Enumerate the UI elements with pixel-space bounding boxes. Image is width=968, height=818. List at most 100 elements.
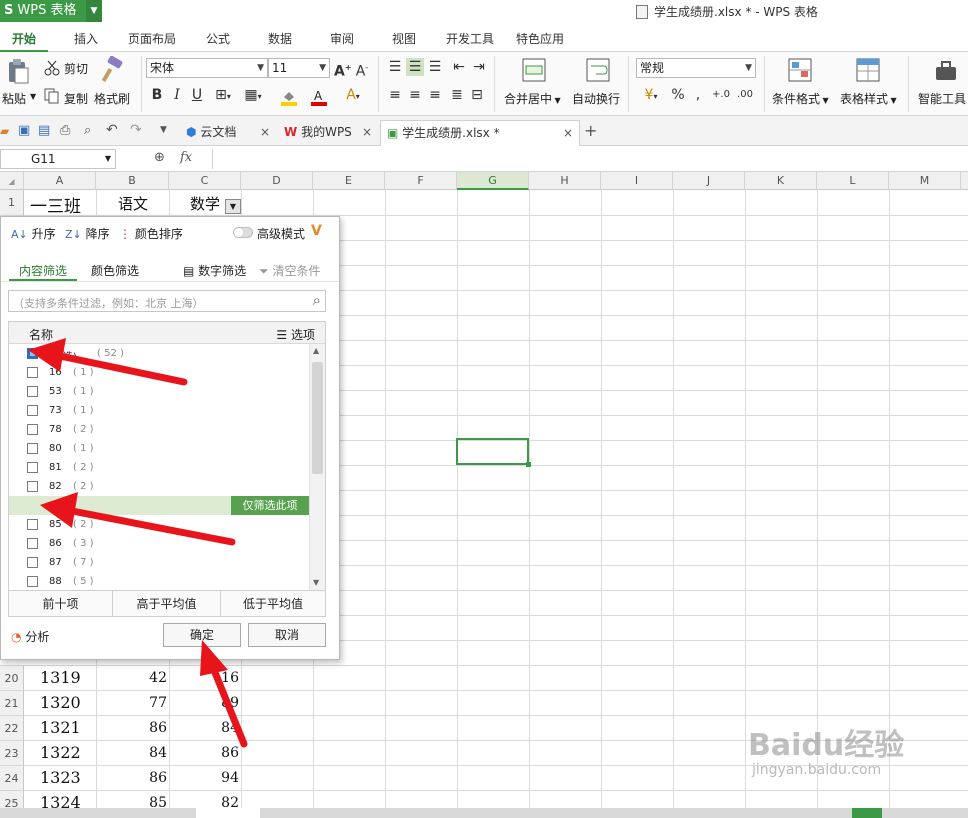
row-header[interactable]: 24: [0, 766, 24, 791]
doc-tab-gradebook[interactable]: ▣ 学生成绩册.xlsx * ×: [380, 120, 580, 146]
bold-icon[interactable]: B: [150, 86, 164, 104]
print-icon[interactable]: ⎙: [60, 123, 70, 138]
cell-c1[interactable]: 数学: [190, 193, 220, 214]
advanced-mode-toggle[interactable]: [233, 227, 253, 238]
decrease-decimal-icon[interactable]: .00: [734, 86, 756, 104]
increase-decimal-icon[interactable]: +.0: [710, 86, 732, 104]
list-item[interactable]: 73 ( 1 ): [9, 401, 309, 420]
undo-icon[interactable]: ↶: [106, 122, 118, 138]
name-box[interactable]: G11 ▼: [0, 149, 116, 169]
column-header[interactable]: H: [529, 172, 601, 190]
fill-handle[interactable]: [526, 462, 531, 467]
increase-font-icon[interactable]: A+: [334, 59, 352, 81]
decrease-font-icon[interactable]: A-: [354, 59, 370, 81]
row-header[interactable]: 23: [0, 741, 24, 766]
list-item-checkbox[interactable]: [27, 443, 38, 454]
row-header[interactable]: 21: [0, 691, 24, 716]
select-all-checkbox[interactable]: [27, 348, 38, 359]
tab-formulas[interactable]: 公式: [196, 26, 240, 52]
indent-increase-icon[interactable]: ⇥: [470, 58, 488, 76]
scroll-down-icon[interactable]: ▼: [313, 578, 319, 587]
conditional-format-button[interactable]: 条件格式 ▼: [772, 90, 829, 107]
app-menu-button[interactable]: S WPS 表格 ▼: [0, 0, 102, 22]
cell-a1[interactable]: 一三班: [30, 192, 81, 217]
italic-icon[interactable]: I: [170, 86, 184, 104]
scroll-up-icon[interactable]: ▲: [313, 346, 319, 355]
list-item-checkbox[interactable]: [27, 405, 38, 416]
tab-page-layout[interactable]: 页面布局: [122, 26, 182, 52]
top-ten-button[interactable]: 前十项: [9, 591, 113, 617]
table-cell[interactable]: 1321: [40, 718, 81, 737]
list-item[interactable]: 87 ( 7 ): [9, 553, 309, 572]
filter-search-input[interactable]: （支持多条件过滤，例如：北京 上海） ⌕: [8, 290, 326, 312]
align-center-icon[interactable]: ≡: [406, 86, 424, 104]
list-item[interactable]: 86 ( 3 ): [9, 534, 309, 553]
table-cell[interactable]: 16: [169, 670, 239, 686]
active-sheet-tab[interactable]: [196, 808, 260, 818]
column-header[interactable]: G: [457, 172, 529, 190]
new-tab-icon[interactable]: +: [584, 121, 597, 140]
ok-button[interactable]: 确定: [163, 623, 241, 647]
table-cell[interactable]: 1323: [40, 768, 81, 787]
scrollbar[interactable]: ▲ ▼: [309, 344, 325, 590]
align-right-icon[interactable]: ≡: [426, 86, 444, 104]
column-header[interactable]: D: [241, 172, 313, 190]
list-item-checkbox[interactable]: [27, 424, 38, 435]
font-name-select[interactable]: 宋体 ▼: [146, 58, 268, 78]
conditional-format-icon[interactable]: [788, 58, 812, 82]
list-item[interactable]: (全选) ( 52 ): [9, 344, 309, 363]
cut-button[interactable]: 剪切: [64, 60, 88, 77]
list-item-checkbox[interactable]: [27, 386, 38, 397]
table-cell[interactable]: 77: [96, 695, 167, 711]
sort-asc-button[interactable]: A↓ 升序: [11, 225, 56, 242]
table-cell[interactable]: 84: [96, 745, 167, 761]
clear-condition-button[interactable]: ⏷ 清空条件: [259, 262, 320, 279]
column-header[interactable]: L: [817, 172, 889, 190]
only-this-button[interactable]: 仅筛选此项: [231, 496, 309, 515]
selected-cell[interactable]: [456, 438, 529, 465]
chevron-down-icon[interactable]: ▼: [160, 125, 167, 135]
indent-decrease-icon[interactable]: ⇤: [450, 58, 468, 76]
align-left-icon[interactable]: ≡: [386, 86, 404, 104]
sort-desc-button[interactable]: Z↓ 降序: [65, 225, 110, 242]
currency-icon[interactable]: ¥▾: [640, 86, 662, 106]
toolbox-icon[interactable]: [934, 60, 958, 82]
list-item-checkbox[interactable]: [27, 367, 38, 378]
format-painter-icon[interactable]: [100, 55, 124, 84]
format-painter-button[interactable]: 格式刷: [94, 90, 130, 107]
copy-button[interactable]: 复制: [64, 90, 88, 107]
column-header[interactable]: F: [385, 172, 457, 190]
number-format-select[interactable]: 常规 ▼: [636, 58, 756, 78]
list-item-checkbox[interactable]: [27, 481, 38, 492]
tab-content-filter[interactable]: 内容筛选: [19, 262, 67, 279]
list-item[interactable]: 78 ( 2 ): [9, 420, 309, 439]
row-header[interactable]: 1: [0, 190, 24, 216]
row-header[interactable]: 22: [0, 716, 24, 741]
table-cell[interactable]: 84: [169, 720, 239, 736]
column-header[interactable]: K: [745, 172, 817, 190]
list-item[interactable]: 16 ( 1 ): [9, 363, 309, 382]
table-cell[interactable]: 89: [169, 695, 239, 711]
tab-home[interactable]: 开始: [0, 26, 48, 52]
doc-tab-cloud[interactable]: ⬢ 云文档 ×: [180, 120, 276, 144]
cell-b1[interactable]: 语文: [118, 193, 148, 214]
close-icon[interactable]: ×: [260, 120, 270, 144]
close-icon[interactable]: ×: [362, 120, 372, 144]
tab-insert[interactable]: 插入: [64, 26, 108, 52]
table-cell[interactable]: 86: [96, 770, 167, 786]
table-style-button[interactable]: 表格样式 ▼: [840, 90, 897, 107]
chevron-down-icon[interactable]: ▼: [30, 92, 36, 101]
thousands-icon[interactable]: ,: [690, 86, 706, 104]
table-cell[interactable]: 42: [96, 670, 167, 686]
scroll-thumb[interactable]: [312, 362, 323, 474]
smart-tools-button[interactable]: 智能工具: [918, 90, 966, 107]
wrap-text-icon[interactable]: [586, 58, 610, 82]
number-filter-button[interactable]: ▤ 数字筛选: [183, 262, 246, 279]
chevron-down-icon[interactable]: ▼: [86, 0, 102, 22]
list-item-checkbox[interactable]: [27, 538, 38, 549]
list-item-checkbox[interactable]: [27, 462, 38, 473]
table-cell[interactable]: 86: [169, 745, 239, 761]
align-bottom-icon[interactable]: ☰: [426, 58, 444, 76]
cell-fill-icon[interactable]: ▦▾: [242, 86, 264, 106]
select-all-corner[interactable]: ◢: [0, 172, 24, 190]
